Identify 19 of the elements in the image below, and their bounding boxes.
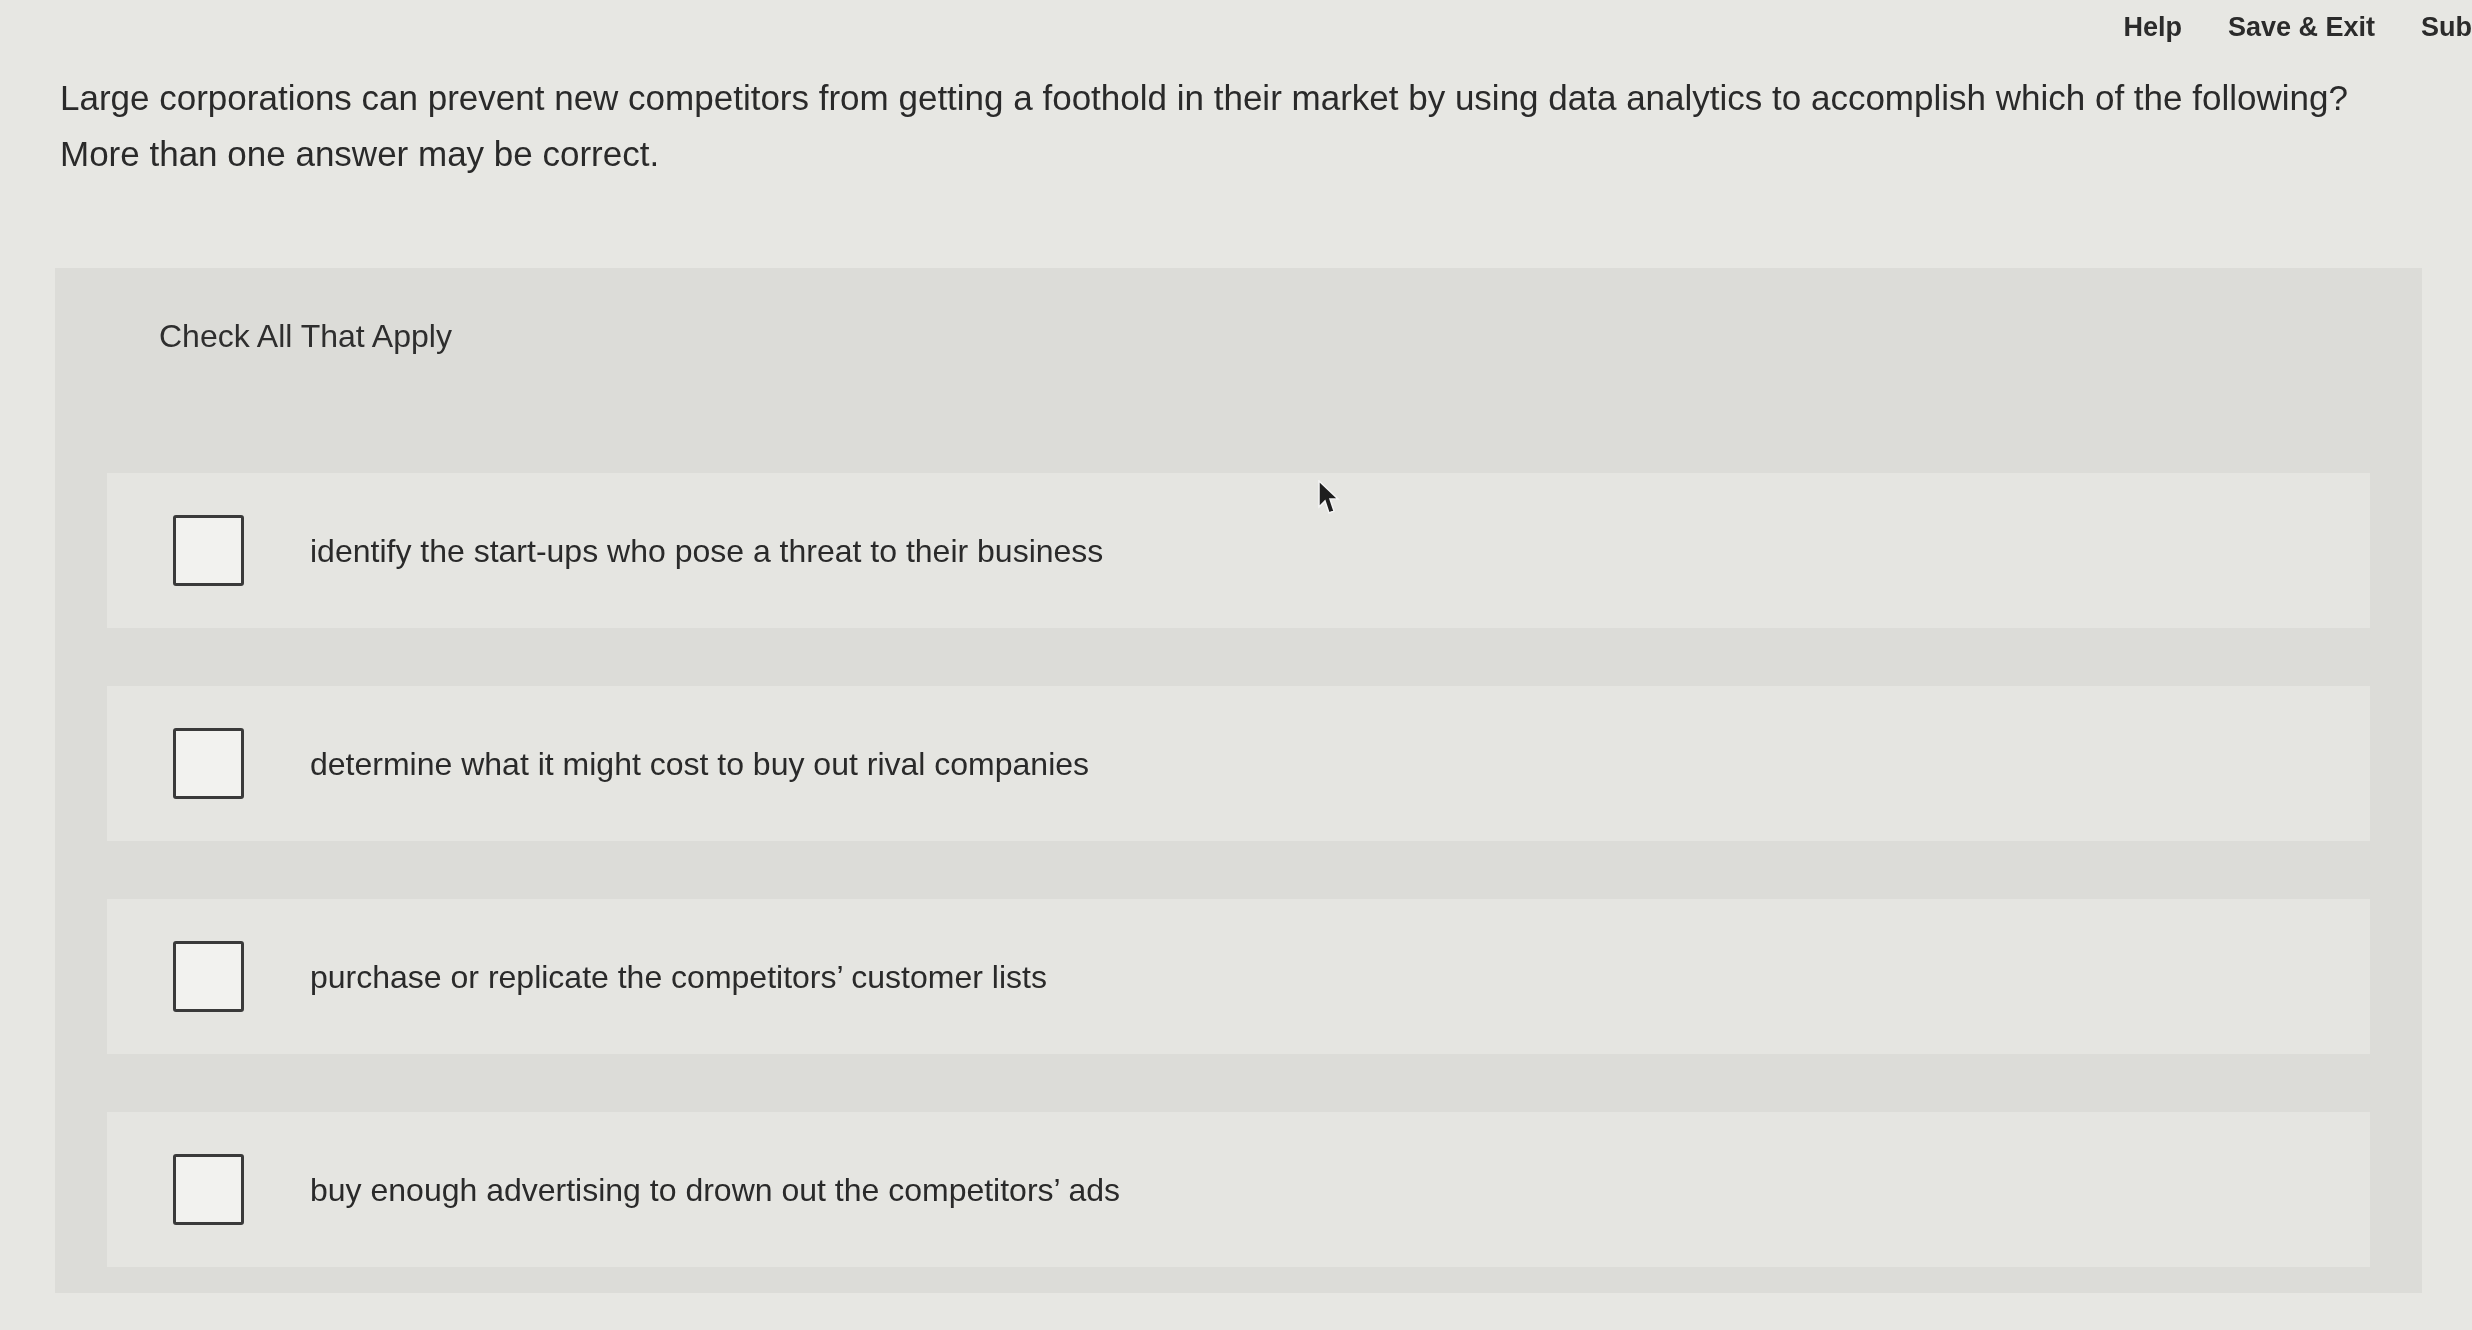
answer-option[interactable]: determine what it might cost to buy out rival companies	[107, 686, 2370, 841]
checkbox[interactable]	[173, 728, 244, 799]
answer-option[interactable]: buy enough advertising to drown out the competitors’ ads	[107, 1112, 2370, 1267]
hint-text: More than one answer may be correct.	[60, 133, 661, 175]
checkbox[interactable]	[173, 1154, 244, 1225]
checkbox[interactable]	[173, 515, 244, 586]
question-text: Large corporations can prevent new competitors from getting a foothold in their market by using data analytics to accomplish which of the following?	[60, 77, 2349, 119]
checkbox[interactable]	[173, 941, 244, 1012]
answer-option[interactable]: identify the start-ups who pose a threat to their business	[107, 473, 2370, 628]
answer-option[interactable]: purchase or replicate the competitors’ customer lists	[107, 899, 2370, 1054]
instruction-text: Check All That Apply	[159, 317, 452, 356]
header-link[interactable]: Help	[2123, 10, 2182, 46]
option-text: determine what it might cost to buy out rival companies	[310, 744, 1090, 784]
option-text: purchase or replicate the competitors’ customer lists	[310, 957, 1047, 997]
option-text: identify the start-ups who pose a threat to their business	[310, 531, 1104, 571]
mouse-pointer-icon	[1318, 480, 1340, 516]
header-link[interactable]: Sub	[2421, 10, 2472, 46]
option-text: buy enough advertising to drown out the competitors’ ads	[310, 1170, 1120, 1210]
header-link[interactable]: Save & Exit	[2227, 10, 2375, 46]
